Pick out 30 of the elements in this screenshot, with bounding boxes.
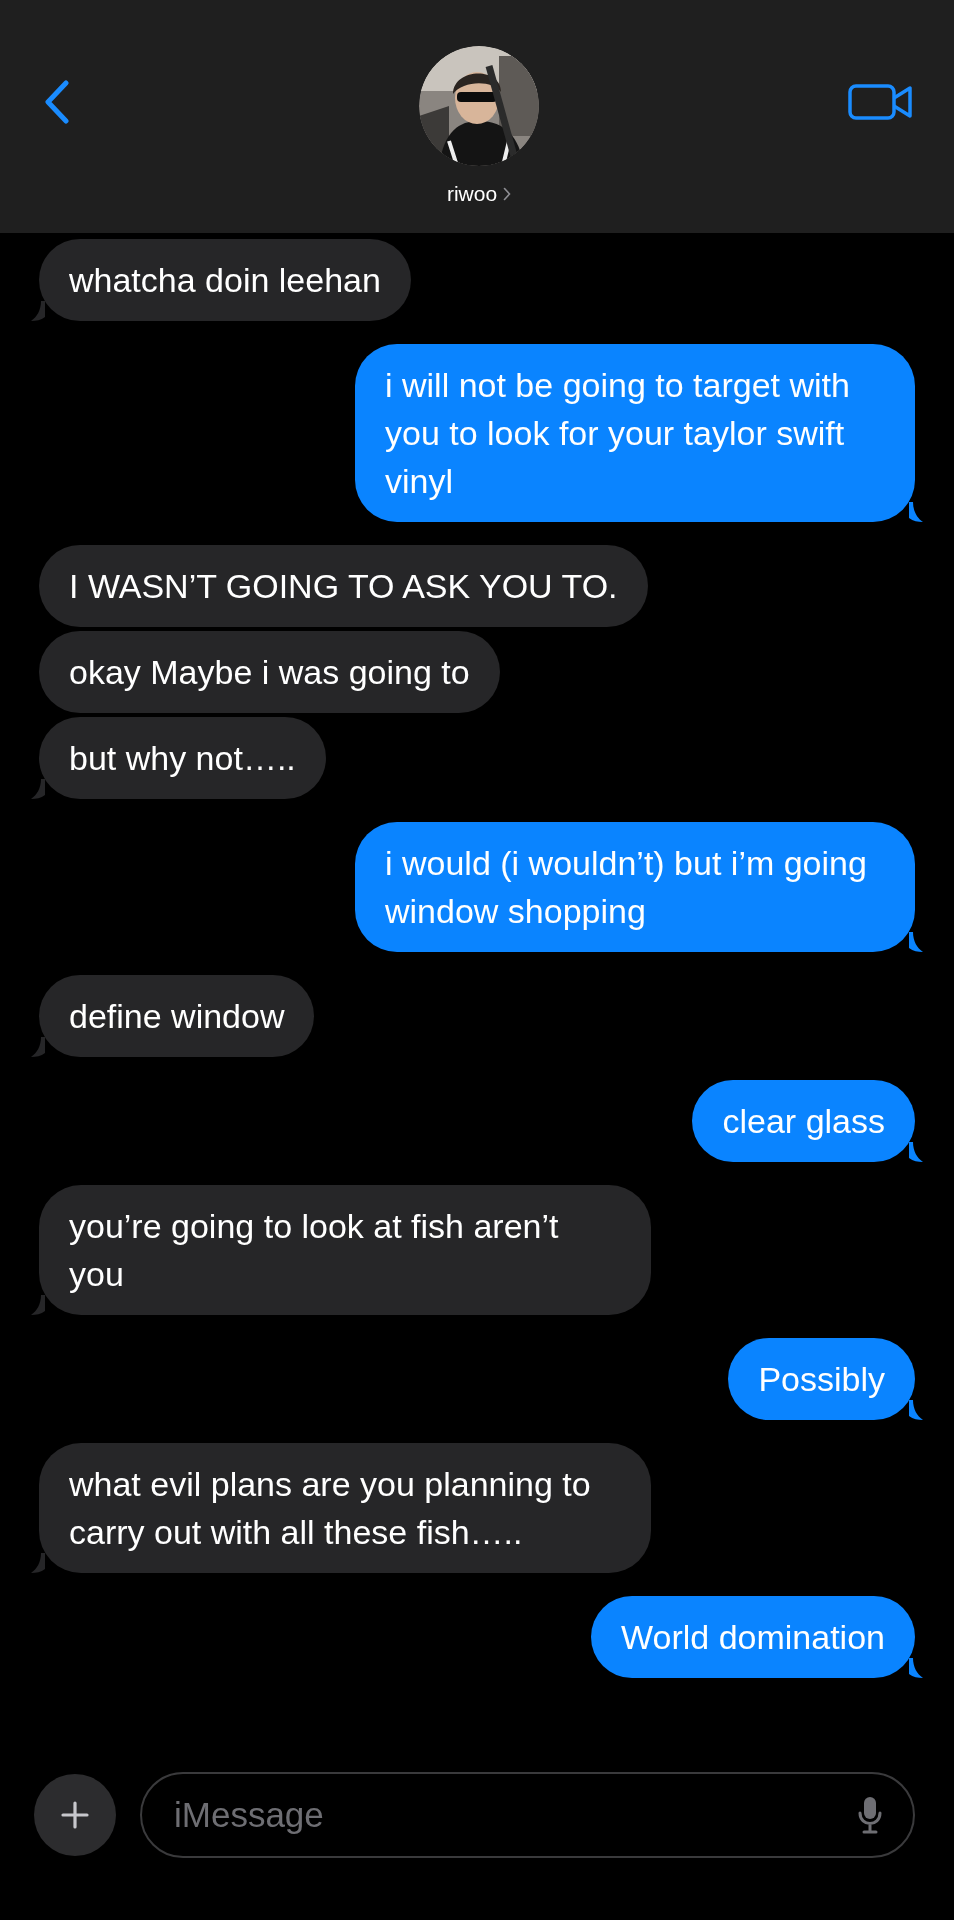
message-bubble: clear glass (692, 1080, 915, 1162)
message-bubble: you’re going to look at fish aren’t you (39, 1185, 651, 1315)
message-bubble: i will not be going to target with you to look for your taylor swift vinyl (355, 344, 915, 522)
message-bubble: what evil plans are you planning to carry out with all these fish….. (39, 1443, 651, 1573)
message-bubble: Possibly (728, 1338, 915, 1420)
microphone-icon[interactable] (857, 1795, 883, 1835)
message-field[interactable]: iMessage (140, 1772, 915, 1858)
bubble-tail-icon (31, 301, 45, 321)
text-input[interactable]: iMessage (172, 1794, 857, 1836)
bubble-tail-icon (31, 1553, 45, 1573)
bubble-tail-icon (31, 779, 45, 799)
video-camera-icon[interactable] (848, 83, 914, 121)
message-bubble: I WASN’T GOING TO ASK YOU TO. (39, 545, 648, 627)
message-bubble: i would (i wouldn’t) but i’m going window shopping (355, 822, 915, 952)
contact-name[interactable]: riwoo (446, 182, 498, 206)
bubble-tail-icon (909, 502, 923, 522)
bubble-tail-icon (909, 932, 923, 952)
bubble-tail-icon (909, 1658, 923, 1678)
message-bubble: whatcha doin leehan (39, 239, 411, 321)
message-bubble: okay Maybe i was going to (39, 631, 500, 713)
bubble-tail-icon (909, 1400, 923, 1420)
message-bubble: but why not….. (39, 717, 326, 799)
message-bubble: World domination (591, 1596, 915, 1678)
bubble-tail-icon (31, 1037, 45, 1057)
plus-icon (60, 1800, 90, 1830)
message-bubble: define window (39, 975, 315, 1057)
chevron-right-icon (503, 187, 512, 201)
bubble-tail-icon (31, 1295, 45, 1315)
bubble-tail-icon (909, 1142, 923, 1162)
back-icon[interactable] (44, 80, 70, 124)
